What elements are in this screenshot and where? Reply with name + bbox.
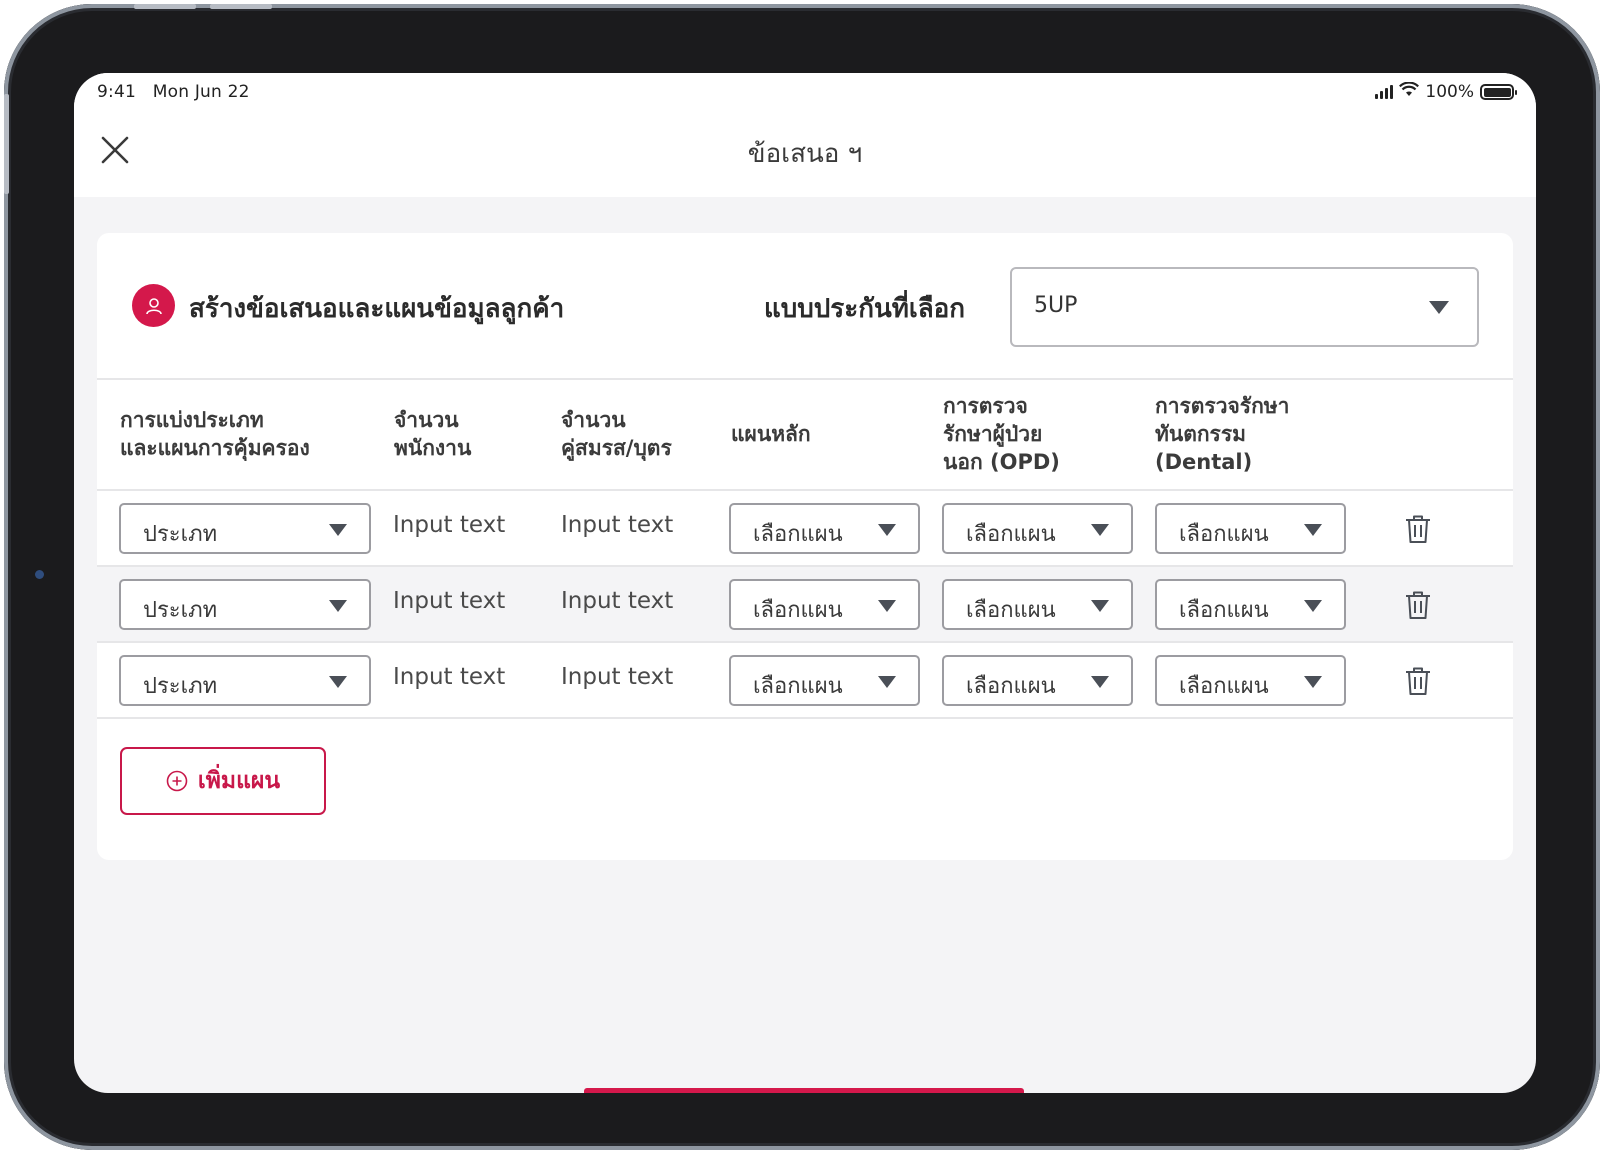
caret-down-icon [1304, 524, 1322, 536]
dental-plan-select[interactable]: เลือกแผน [1155, 503, 1346, 554]
tablet-frame: 9:41 Mon Jun 22 100% ข้อเสนอ ฯ สร้างข้อเ… [4, 4, 1600, 1150]
header-line: นอก (OPD) [943, 450, 1060, 474]
opd-plan-select[interactable]: เลือกแผน [942, 579, 1133, 630]
category-select[interactable]: ประเภท [119, 655, 371, 706]
volume-button [210, 4, 272, 9]
status-indicators: 100% [1375, 81, 1517, 102]
employees-input[interactable]: Input text [393, 588, 505, 614]
category-select[interactable]: ประเภท [119, 579, 371, 630]
main-plan-select-value: เลือกแผน [753, 674, 843, 699]
status-time: 9:41 Mon Jun 22 [97, 82, 250, 102]
category-select-value: ประเภท [143, 522, 218, 547]
caret-down-icon [1091, 600, 1109, 612]
caret-down-icon [1091, 524, 1109, 536]
employees-input[interactable]: Input text [393, 512, 505, 538]
header-line: การตรวจ [943, 394, 1028, 418]
caret-down-icon [1304, 600, 1322, 612]
status-date: Mon Jun 22 [152, 82, 250, 102]
header-line: การตรวจรักษา [1155, 394, 1290, 418]
main-plan-select[interactable]: เลือกแผน [729, 503, 920, 554]
home-indicator [584, 1088, 1024, 1093]
main-plan-select[interactable]: เลือกแผน [729, 579, 920, 630]
spouse-children-input[interactable]: Input text [561, 664, 673, 690]
category-select-value: ประเภท [143, 598, 218, 623]
spouse-children-input[interactable]: Input text [561, 588, 673, 614]
main-plan-select-value: เลือกแผน [753, 598, 843, 623]
opd-plan-select-value: เลือกแผน [966, 674, 1056, 699]
trash-icon[interactable] [1403, 513, 1433, 545]
user-icon [132, 284, 175, 327]
insurance-select[interactable]: 5UP [1010, 267, 1479, 347]
header-line: การแบ่งประเภท [120, 408, 264, 432]
header-employees: จำนวน พนักงาน [394, 406, 471, 462]
caret-down-icon [1091, 676, 1109, 688]
category-select-value: ประเภท [143, 674, 218, 699]
battery-percent: 100% [1425, 82, 1474, 102]
dental-plan-select[interactable]: เลือกแผน [1155, 579, 1346, 630]
table-row: ประเภท Input text Input text เลือกแผน เล… [97, 643, 1513, 719]
volume-button [134, 4, 196, 9]
dental-plan-select[interactable]: เลือกแผน [1155, 655, 1346, 706]
card-header: สร้างข้อเสนอและแผนข้อมูลลูกค้า แบบประกัน… [97, 233, 1513, 380]
insurance-select-value: 5UP [1034, 293, 1078, 318]
dental-plan-select-value: เลือกแผน [1179, 598, 1269, 623]
trash-icon[interactable] [1403, 589, 1433, 621]
caret-down-icon [878, 524, 896, 536]
table-row: ประเภท Input text Input text เลือกแผน เล… [97, 491, 1513, 567]
header-line: แผนหลัก [731, 422, 811, 446]
header-spouse-children: จำนวน คู่สมรส/บุตร [561, 406, 672, 462]
caret-down-icon [878, 600, 896, 612]
header-line: รักษาผู้ป่วย [943, 422, 1043, 446]
nav-bar: ข้อเสนอ ฯ [74, 117, 1536, 197]
header-line: คู่สมรส/บุตร [561, 436, 672, 460]
header-line: (Dental) [1155, 450, 1253, 474]
battery-icon [1480, 84, 1517, 100]
status-clock: 9:41 [97, 82, 136, 102]
header-opd: การตรวจ รักษาผู้ป่วย นอก (OPD) [943, 392, 1060, 476]
camera [35, 570, 44, 579]
header-line: จำนวน [561, 408, 626, 432]
header-line: และแผนการคุ้มครอง [120, 436, 310, 460]
plus-circle-icon [166, 770, 188, 792]
opd-plan-select[interactable]: เลือกแผน [942, 503, 1133, 554]
header-category: การแบ่งประเภท และแผนการคุ้มครอง [120, 406, 310, 462]
add-plan-label: เพิ่มแผน [197, 768, 281, 794]
caret-down-icon [329, 676, 347, 688]
dental-plan-select-value: เลือกแผน [1179, 674, 1269, 699]
wifi-icon [1399, 81, 1420, 102]
signal-icon [1375, 85, 1394, 99]
caret-down-icon [878, 676, 896, 688]
category-select[interactable]: ประเภท [119, 503, 371, 554]
header-dental: การตรวจรักษา ทันตกรรม (Dental) [1155, 392, 1289, 476]
header-line: จำนวน [394, 408, 459, 432]
trash-icon[interactable] [1403, 665, 1433, 697]
screen: 9:41 Mon Jun 22 100% ข้อเสนอ ฯ สร้างข้อเ… [74, 73, 1536, 1093]
status-bar: 9:41 Mon Jun 22 100% [74, 73, 1536, 117]
employees-input[interactable]: Input text [393, 664, 505, 690]
opd-plan-select-value: เลือกแผน [966, 522, 1056, 547]
header-line: พนักงาน [394, 436, 472, 460]
opd-plan-select-value: เลือกแผน [966, 598, 1056, 623]
main-plan-select-value: เลือกแผน [753, 522, 843, 547]
insurance-label: แบบประกันที่เลือก [764, 294, 966, 324]
caret-down-icon [1304, 676, 1322, 688]
offer-card: สร้างข้อเสนอและแผนข้อมูลลูกค้า แบบประกัน… [97, 233, 1513, 860]
table-row: ประเภท Input text Input text เลือกแผน เล… [97, 567, 1513, 643]
main-plan-select[interactable]: เลือกแผน [729, 655, 920, 706]
spouse-children-input[interactable]: Input text [561, 512, 673, 538]
dental-plan-select-value: เลือกแผน [1179, 522, 1269, 547]
caret-down-icon [329, 524, 347, 536]
header-main-plan: แผนหลัก [731, 420, 811, 448]
table-header: การแบ่งประเภท และแผนการคุ้มครอง จำนวน พน… [97, 380, 1513, 491]
header-line: ทันตกรรม [1155, 422, 1246, 446]
caret-down-icon [1429, 301, 1449, 314]
caret-down-icon [329, 600, 347, 612]
side-button [4, 94, 9, 194]
page-title: ข้อเสนอ ฯ [747, 139, 863, 169]
add-plan-button[interactable]: เพิ่มแผน [120, 747, 326, 815]
card-title: สร้างข้อเสนอและแผนข้อมูลลูกค้า [189, 294, 565, 324]
opd-plan-select[interactable]: เลือกแผน [942, 655, 1133, 706]
